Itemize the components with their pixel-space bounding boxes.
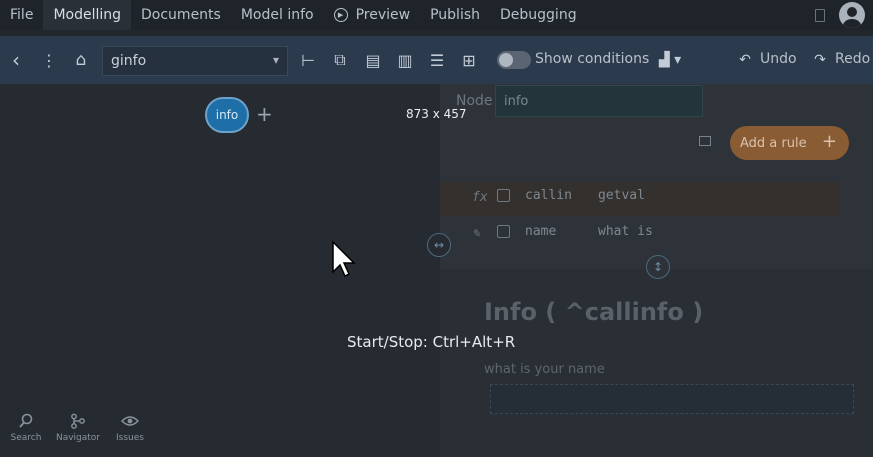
toolbar: ‹ ⋮ ⌂ ginfo ▾ ⊢ ⧉ ▤ ▥ ☰ ⊞ Show condition… <box>0 36 873 84</box>
search-icon <box>19 413 33 428</box>
nav-navigator[interactable]: Navigator <box>52 413 104 443</box>
rule-variable: name <box>525 224 557 239</box>
menu-documents[interactable]: Documents <box>131 0 231 30</box>
redo-icon[interactable]: ↷ <box>812 49 828 71</box>
node-select-value: ginfo <box>111 53 147 69</box>
rule-row[interactable]: ✎ name what is <box>440 218 840 252</box>
bottom-nav: Search Navigator Issues <box>0 413 156 443</box>
chevron-down-icon: ▾ <box>272 53 279 67</box>
document-icon[interactable] <box>815 8 825 22</box>
copy-icon[interactable]: ⧉ <box>330 49 350 71</box>
vertical-resize-icon[interactable]: ↕ <box>646 255 670 279</box>
rule-value: getval <box>598 188 645 203</box>
menu-file[interactable]: File <box>0 0 43 30</box>
menu-model-info[interactable]: Model info <box>231 0 324 30</box>
rule-panel-top: Node info Add a rule + fx callin getval … <box>440 84 873 269</box>
undo-icon[interactable]: ↶ <box>737 49 753 71</box>
clipboard-icon[interactable]: ▤ <box>363 49 383 71</box>
pencil-icon: ✎ <box>472 226 480 241</box>
add-rule-button[interactable]: Add a rule + <box>730 126 849 160</box>
rule-value: what is <box>598 224 653 239</box>
rule-variable: callin <box>525 188 572 203</box>
rule-row[interactable]: fx callin getval <box>440 182 840 216</box>
dimension-label: 873 x 457 <box>406 107 467 121</box>
info-node[interactable]: info <box>205 97 249 133</box>
chart-dropdown-icon[interactable]: ▟ ▾ <box>654 49 686 71</box>
screen-icon[interactable] <box>699 136 711 146</box>
insert-node-icon[interactable]: ⊢ <box>298 49 318 71</box>
hierarchy-icon[interactable]: ⊞ <box>458 49 480 71</box>
menu-debugging[interactable]: Debugging <box>490 0 587 30</box>
menu-bar: File Modelling Documents Model info ▶ Pr… <box>0 0 873 30</box>
show-conditions-label: Show conditions <box>535 51 650 67</box>
undo-button[interactable]: Undo <box>760 51 797 67</box>
nav-issues-label: Issues <box>116 433 144 443</box>
nav-issues[interactable]: Issues <box>104 413 156 443</box>
user-avatar-icon[interactable] <box>839 2 865 28</box>
back-chevron-icon[interactable]: ‹ <box>8 48 24 72</box>
recording-hint: Start/Stop: Ctrl+Alt+R <box>347 333 516 351</box>
preview-answer-field[interactable] <box>490 384 854 414</box>
menu-publish[interactable]: Publish <box>420 0 490 30</box>
list-icon[interactable]: ☰ <box>426 49 448 71</box>
more-vertical-icon[interactable]: ⋮ <box>41 49 57 71</box>
redo-button[interactable]: Redo <box>835 51 870 67</box>
nav-search-label: Search <box>10 433 42 443</box>
show-conditions-toggle[interactable] <box>497 51 531 69</box>
menu-right <box>815 0 865 30</box>
node-name-input[interactable]: info <box>495 85 703 117</box>
delete-icon[interactable]: ▥ <box>395 49 415 71</box>
play-circle-icon: ▶ <box>333 8 348 22</box>
nav-search[interactable]: Search <box>0 413 52 443</box>
function-icon: fx <box>472 190 488 205</box>
row-checkbox[interactable] <box>497 225 510 238</box>
plus-icon: + <box>821 131 837 152</box>
add-rule-label: Add a rule <box>740 135 807 151</box>
horizontal-resize-icon[interactable]: ↔ <box>427 233 451 257</box>
nav-navigator-label: Navigator <box>55 433 101 443</box>
model-canvas[interactable]: info + Search Navigator Issues <box>0 84 440 457</box>
row-checkbox[interactable] <box>497 189 510 202</box>
add-node-plus-icon[interactable]: + <box>256 102 273 126</box>
preview-question: what is your name <box>484 362 605 377</box>
app-window: File Modelling Documents Model info ▶ Pr… <box>0 0 873 457</box>
menu-modelling[interactable]: Modelling <box>43 0 132 30</box>
node-select[interactable]: ginfo ▾ <box>102 46 288 76</box>
home-icon[interactable]: ⌂ <box>70 49 92 71</box>
navigator-icon <box>71 413 85 429</box>
menu-preview[interactable]: ▶ Preview <box>324 0 421 30</box>
mouse-cursor-icon <box>332 240 356 278</box>
eye-icon <box>121 416 139 426</box>
menu-preview-label: Preview <box>355 7 411 23</box>
preview-title: Info ( ^callinfo ) <box>484 298 704 326</box>
